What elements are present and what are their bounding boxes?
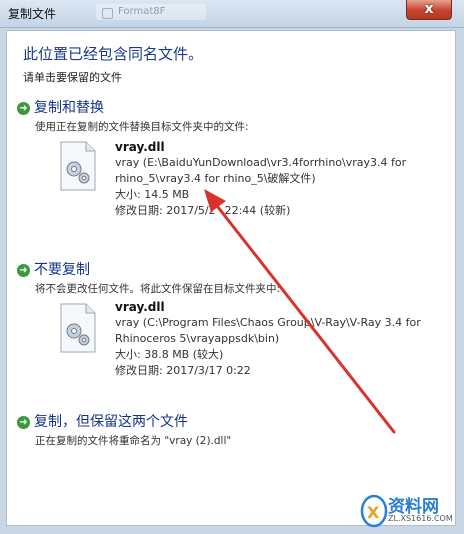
- red-annotation-arrow: [204, 189, 396, 434]
- watermark-logo-icon: X: [360, 494, 388, 528]
- watermark-url: ZL.XS1616.COM: [388, 514, 453, 523]
- svg-text:X: X: [367, 503, 380, 522]
- watermark: X 资料网 ZL.XS1616.COM: [358, 490, 464, 534]
